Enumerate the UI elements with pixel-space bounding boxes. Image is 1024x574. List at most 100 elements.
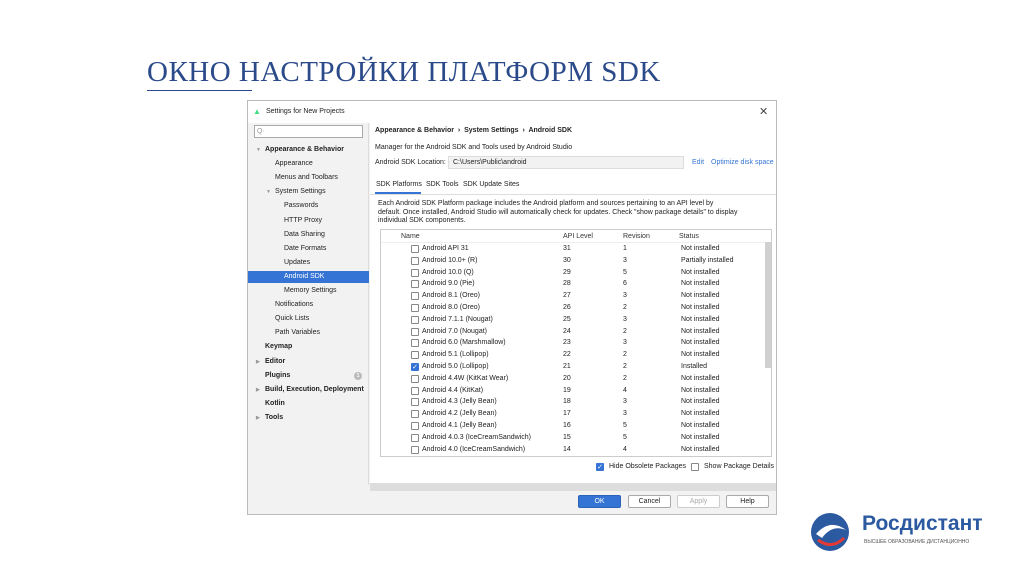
table-row[interactable]: Android 5.1 (Lollipop) 22 2 Not installed [381, 350, 765, 362]
row-checkbox[interactable] [411, 304, 419, 312]
table-row[interactable]: Android 8.0 (Oreo) 26 2 Not installed [381, 303, 765, 315]
sidebar-item-label: Memory Settings [284, 287, 337, 294]
sidebar-item[interactable]: Notifications [248, 299, 369, 311]
cell-api: 29 [563, 268, 571, 276]
tab-sdk-update-sites[interactable]: SDK Update Sites [463, 181, 519, 188]
sidebar-item[interactable]: ▼ System Settings [248, 186, 369, 198]
sidebar-item-label: HTTP Proxy [284, 216, 322, 224]
cell-api: 16 [563, 422, 571, 429]
row-checkbox[interactable] [411, 256, 419, 265]
row-checkbox[interactable] [411, 445, 419, 454]
table-row[interactable]: Android 7.0 (Nougat) 24 2 Not installed [381, 327, 765, 339]
table-row[interactable]: Android 10.0+ (R) 30 3 Partially installed [381, 256, 765, 268]
sidebar-item[interactable]: Passwords [248, 200, 369, 212]
breadcrumb-item: Appearance & Behavior [375, 127, 454, 134]
expanded-arrow-icon[interactable]: ▼ [256, 144, 261, 156]
sidebar-item[interactable]: ▶ Tools [248, 412, 369, 424]
ok-button[interactable]: OK [578, 495, 621, 508]
sidebar-item[interactable]: HTTP Proxy [248, 215, 369, 227]
optimize-disk-space-link[interactable]: Optimize disk space [711, 159, 774, 166]
sidebar-item[interactable]: Android SDK [248, 270, 369, 283]
cancel-button[interactable]: Cancel [628, 495, 671, 508]
table-row[interactable]: Android 9.0 (Pie) 28 6 Not installed [381, 279, 765, 291]
sdk-location-field[interactable]: C:\Users\Public\android [448, 156, 684, 169]
row-checkbox[interactable] [411, 245, 419, 253]
table-row[interactable]: ✓ Android 5.0 (Lollipop) 21 2 Installed [381, 362, 765, 374]
tab-sdk-platforms[interactable]: SDK Platforms [376, 181, 422, 188]
row-checkbox[interactable] [411, 433, 419, 442]
row-checkbox[interactable] [411, 374, 419, 383]
collapsed-arrow-icon[interactable]: ▶ [256, 384, 260, 396]
row-checkbox[interactable] [411, 398, 419, 407]
table-row[interactable]: Android 8.1 (Oreo) 27 3 Not installed [381, 291, 765, 303]
help-button[interactable]: Help [726, 495, 769, 508]
table-row[interactable]: Android 7.1.1 (Nougat) 25 3 Not installed [381, 315, 765, 327]
row-checkbox[interactable] [411, 268, 419, 277]
table-row[interactable]: Android 4.0 (IceCreamSandwich) 14 4 Not ins… [381, 445, 765, 456]
sidebar-item[interactable]: Plugins 1 [248, 370, 369, 382]
tab-divider [370, 194, 776, 195]
column-header-name[interactable]: Name [401, 233, 420, 240]
edit-link[interactable]: Edit [692, 159, 704, 166]
breadcrumb-item: System Settings [464, 127, 519, 134]
row-checkbox[interactable] [411, 351, 419, 360]
sidebar-item[interactable]: Menus and Toolbars [248, 172, 369, 184]
cell-name: Android 8.0 (Oreo) [422, 304, 480, 311]
table-row[interactable]: Android 4.2 (Jelly Bean) 17 3 Not installed [381, 409, 765, 421]
table-row[interactable]: Android API 31 31 1 Not installed [381, 244, 765, 256]
row-checkbox[interactable] [411, 410, 419, 419]
sidebar-item[interactable]: Updates [248, 257, 369, 269]
sidebar-item[interactable]: Keymap [248, 341, 369, 353]
dialog-title: Settings for New Projects [266, 108, 345, 115]
row-checkbox[interactable] [411, 386, 419, 395]
sidebar-item[interactable]: ▶ Build, Execution, Deployment [248, 384, 369, 396]
show-package-details-checkbox[interactable]: Show Package Details [691, 463, 776, 473]
table-row[interactable]: Android 4.4W (KitKat Wear) 20 2 Not install… [381, 374, 765, 386]
column-header-status[interactable]: Status [679, 233, 699, 240]
row-checkbox[interactable] [411, 280, 419, 289]
table-row[interactable]: Android 10.0 (Q) 29 5 Not installed [381, 268, 765, 280]
collapsed-arrow-icon[interactable]: ▶ [256, 356, 260, 368]
apply-button[interactable]: Apply [677, 495, 720, 508]
cell-status: Not installed [681, 374, 720, 382]
cell-name: Android 4.3 (Jelly Bean) [422, 398, 497, 406]
scrollbar[interactable] [765, 242, 771, 368]
row-checkbox[interactable] [411, 315, 419, 324]
sidebar-item[interactable]: Memory Settings [248, 285, 369, 297]
sidebar-item[interactable]: ▶ Editor [248, 356, 369, 368]
cell-rev: 3 [623, 256, 627, 264]
hide-obsolete-checkbox[interactable]: ✓ Hide Obsolete Packages [596, 463, 691, 473]
cell-status: Not installed [681, 304, 720, 311]
cell-api: 15 [563, 433, 571, 441]
cell-api: 17 [563, 410, 571, 418]
column-header-revision[interactable]: Revision [623, 233, 650, 240]
table-row[interactable]: Android 6.0 (Marshmallow) 23 3 Not installe… [381, 338, 765, 350]
sidebar-item-label: System Settings [275, 188, 326, 196]
row-checkbox[interactable] [411, 292, 419, 301]
collapsed-arrow-icon[interactable]: ▶ [256, 412, 260, 424]
table-row[interactable]: Android 4.0.3 (IceCreamSandwich) 15 5 Not i… [381, 433, 765, 445]
sidebar-item[interactable]: Path Variables [248, 327, 369, 339]
sidebar-item[interactable]: Kotlin [248, 398, 369, 410]
table-row[interactable]: Android 4.4 (KitKat) 19 4 Not installed [381, 386, 765, 398]
expanded-arrow-icon[interactable]: ▼ [266, 186, 271, 198]
sidebar-item[interactable]: Date Formats [248, 243, 369, 255]
row-checkbox[interactable] [411, 339, 419, 348]
checkbox-unchecked-icon [691, 463, 699, 471]
sidebar-item[interactable]: Quick Lists [248, 313, 369, 325]
table-row[interactable]: Android 4.1 (Jelly Bean) 16 5 Not installed [381, 421, 765, 433]
column-header-api-level[interactable]: API Level [563, 233, 593, 240]
breadcrumb-separator: › [522, 127, 525, 134]
row-checkbox[interactable] [411, 327, 419, 336]
sdk-location-label: Android SDK Location: [375, 159, 446, 166]
tab-sdk-tools[interactable]: SDK Tools [426, 181, 459, 188]
sidebar-item[interactable]: Data Sharing [248, 229, 369, 241]
sidebar-item[interactable]: Appearance [248, 158, 369, 170]
close-icon[interactable]: ✕ [759, 105, 768, 118]
row-checkbox[interactable] [411, 422, 419, 430]
row-checkbox[interactable]: ✓ [411, 363, 419, 371]
cell-rev: 6 [623, 280, 627, 288]
search-input[interactable]: Q· [254, 125, 363, 138]
table-row[interactable]: Android 4.3 (Jelly Bean) 18 3 Not installed [381, 397, 765, 409]
sidebar-item[interactable]: ▼ Appearance & Behavior [248, 144, 369, 156]
